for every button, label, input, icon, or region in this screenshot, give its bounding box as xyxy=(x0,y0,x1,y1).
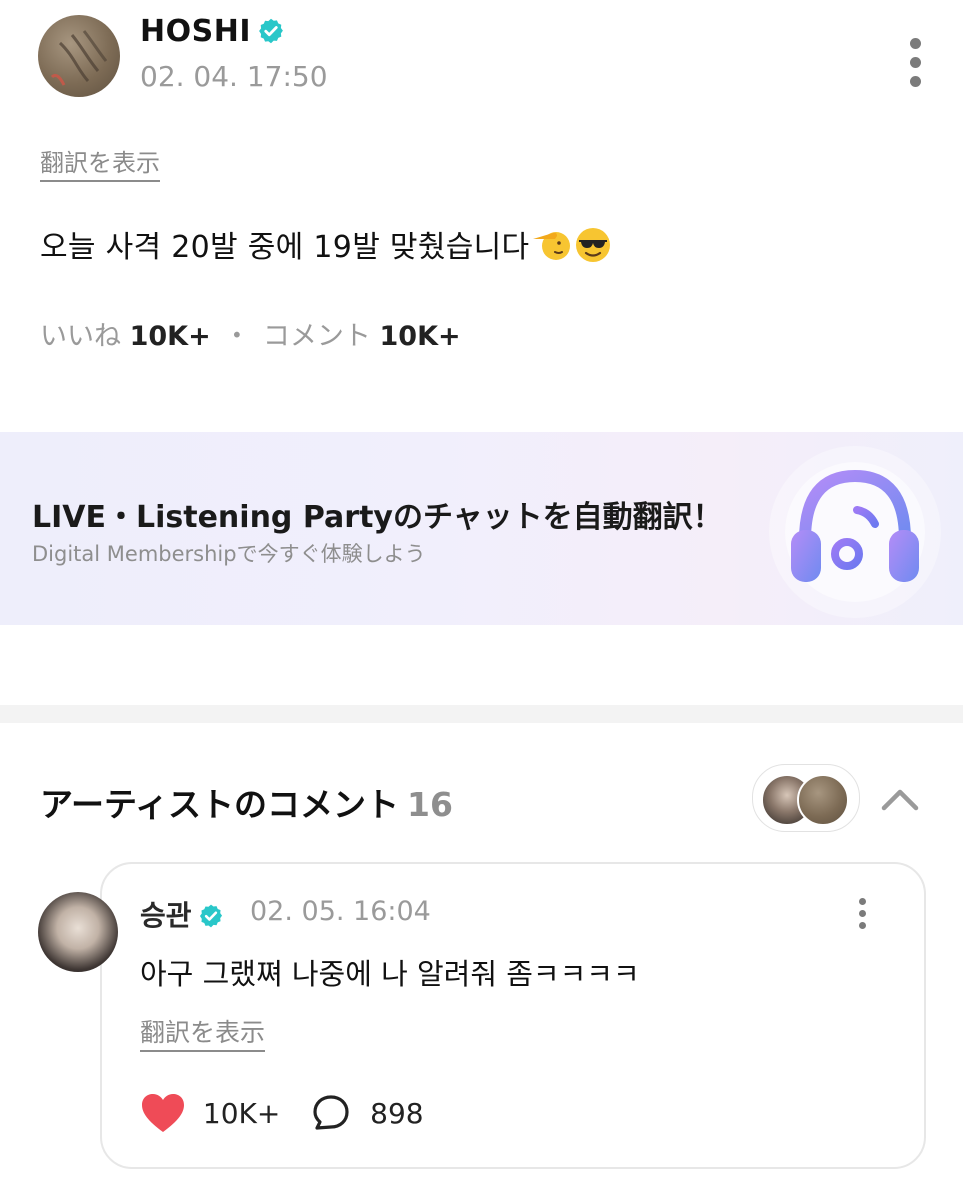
post-text: 오늘 사격 20발 중에 19발 맞췄습니다 xyxy=(40,230,530,265)
artist-avatar-stack[interactable] xyxy=(752,764,860,832)
author-avatar[interactable] xyxy=(38,15,120,97)
comments-label[interactable]: コメント xyxy=(263,321,371,352)
comments-count: 10K+ xyxy=(379,321,461,352)
promo-banner[interactable]: LIVE・Listening Partyのチャットを自動翻訳！ Digital … xyxy=(0,432,963,625)
heart-icon[interactable] xyxy=(140,1092,186,1134)
banner-subtitle: Digital Membershipで今すぐ体験しよう xyxy=(32,542,426,566)
commenter-name-row[interactable]: 승관 xyxy=(140,894,224,934)
artist-comments-header: アーティストのコメント 16 xyxy=(40,778,453,826)
section-title: アーティストのコメント xyxy=(40,785,400,824)
translate-label[interactable]: 翻訳を表示 xyxy=(140,1018,266,1052)
verified-badge-icon xyxy=(259,18,283,44)
verified-badge-icon xyxy=(199,904,222,928)
post-more-icon[interactable] xyxy=(903,38,927,88)
artist-avatar-2 xyxy=(797,774,849,826)
comment-text: 아구 그랬쪄 나중에 나 알려줘 좀ㅋㅋㅋㅋ xyxy=(140,957,640,991)
post-stats: いいね 10K+ ・ コメント 10K+ xyxy=(40,314,461,353)
reply-count: 898 xyxy=(370,1096,424,1130)
banner-title: LIVE・Listening Partyのチャットを自動翻訳！ xyxy=(32,500,723,535)
post-body: 오늘 사격 20발 중에 19발 맞췄습니다 xyxy=(40,222,613,266)
comment-timestamp: 02. 05. 16:04 xyxy=(250,896,431,927)
post-timestamp: 02. 04. 17:50 xyxy=(140,60,328,93)
likes-label[interactable]: いいね xyxy=(40,321,121,352)
author-name[interactable]: HOSHI xyxy=(140,14,251,49)
section-divider xyxy=(0,705,963,723)
comment-actions: 10K+ 898 xyxy=(140,1092,424,1134)
sunglasses-face-icon xyxy=(576,228,611,262)
likes-count: 10K+ xyxy=(129,321,211,352)
like-count: 10K+ xyxy=(202,1096,281,1130)
commenter-avatar[interactable] xyxy=(38,892,118,972)
headphones-music-icon xyxy=(769,446,941,618)
post-translate-link[interactable]: 翻訳を表示 xyxy=(40,143,160,182)
translate-label[interactable]: 翻訳を表示 xyxy=(40,149,160,182)
chevron-up-icon[interactable] xyxy=(878,778,922,818)
comment-translate-link[interactable]: 翻訳を表示 xyxy=(140,1013,266,1052)
stats-separator: ・ xyxy=(223,321,251,352)
commenter-name[interactable]: 승관 xyxy=(140,899,192,932)
reply-bubble-icon[interactable] xyxy=(311,1093,351,1133)
author-name-row[interactable]: HOSHI xyxy=(140,14,285,49)
section-count: 16 xyxy=(407,785,453,824)
comment-more-icon[interactable] xyxy=(855,898,869,932)
saluting-face-icon xyxy=(533,232,571,260)
